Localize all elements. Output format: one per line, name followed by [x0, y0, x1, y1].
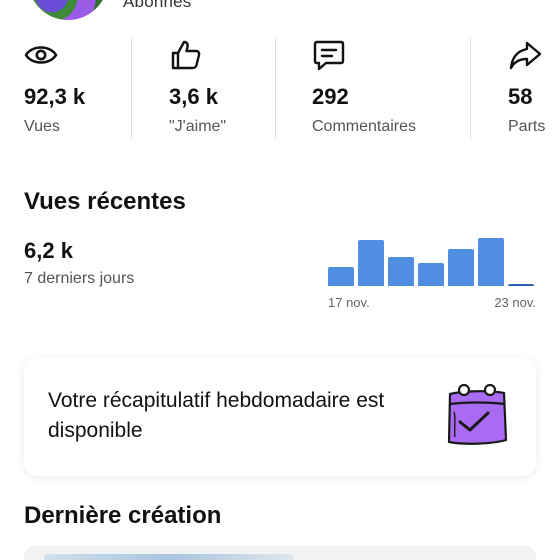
- chart-tick-label: 23 nov.: [494, 295, 536, 310]
- recent-views-value: 6,2 k: [24, 238, 73, 263]
- chart-tick-label: 17 nov.: [328, 295, 370, 310]
- recent-views-chart[interactable]: 17 nov. 23 nov.: [326, 226, 538, 310]
- chart-bar: [448, 249, 474, 286]
- last-creation-title: Dernière création: [24, 502, 222, 529]
- chart-bar: [358, 240, 384, 286]
- chart-bar: [418, 263, 444, 286]
- recent-views-period: 7 derniers jours: [24, 270, 135, 287]
- chart-bar: [388, 257, 414, 286]
- eye-icon: [24, 46, 58, 64]
- comments-value: 292: [312, 84, 349, 109]
- divider: [275, 38, 276, 140]
- thumbnail-image: [44, 554, 294, 560]
- chart-bar: [328, 267, 354, 286]
- avatar[interactable]: [28, 0, 108, 20]
- comment-icon: [313, 40, 345, 71]
- views-value: 92,3 k: [24, 84, 86, 109]
- views-label: Vues: [24, 118, 60, 135]
- divider: [131, 38, 132, 140]
- likes-value: 3,6 k: [169, 84, 218, 109]
- shares-label: Parts: [508, 118, 546, 135]
- stats-row: 92,3 k Vues 3,6 k "J'aime" 292 Commentai…: [0, 38, 560, 142]
- last-creation-thumbnail[interactable]: [24, 546, 536, 560]
- calendar-check-icon: [447, 383, 508, 445]
- recent-views-title: Vues récentes: [24, 188, 186, 215]
- chart-bar: [508, 284, 534, 286]
- weekly-recap-card[interactable]: Votre récapitulatif hebdomadaire est dis…: [24, 358, 536, 476]
- likes-label: "J'aime": [169, 118, 227, 135]
- divider: [470, 38, 471, 140]
- shares-value: 58: [508, 84, 533, 109]
- share-icon: [509, 41, 542, 70]
- weekly-recap-text: Votre récapitulatif hebdomadaire est dis…: [48, 389, 385, 442]
- profile-header: Abonnés: [0, 0, 560, 30]
- thumbs-up-icon: [171, 40, 201, 70]
- subscribers-label: Abonnés: [123, 0, 192, 11]
- comments-label: Commentaires: [312, 118, 417, 135]
- chart-bar: [478, 238, 504, 286]
